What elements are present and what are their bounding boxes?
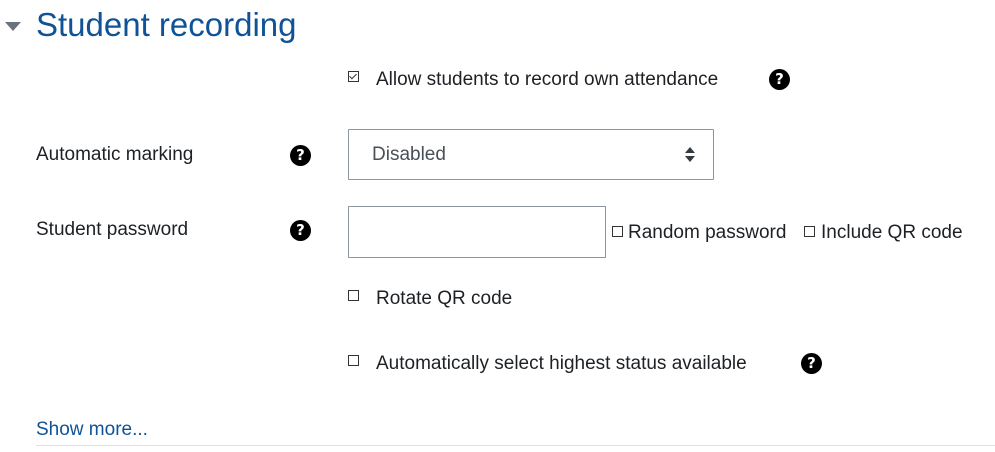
random-password-checkbox[interactable] — [612, 226, 623, 237]
help-icon[interactable]: ? — [769, 69, 790, 90]
allow-self-record-checkbox[interactable] — [348, 71, 359, 82]
automatic-marking-select[interactable]: Disabled — [348, 129, 714, 180]
auto-highest-status-checkbox[interactable] — [348, 355, 359, 366]
student-password-label: Student password — [36, 219, 189, 240]
student-password-input[interactable] — [348, 206, 606, 258]
automatic-marking-value: Disabled — [372, 144, 446, 165]
select-arrows-icon — [685, 147, 695, 163]
show-more-link[interactable]: Show more... — [36, 419, 148, 441]
rotate-qr-checkbox[interactable] — [348, 290, 359, 301]
divider — [36, 445, 995, 446]
random-password-label: Random password — [628, 222, 787, 243]
section-title[interactable]: Student recording — [36, 6, 297, 44]
help-icon[interactable]: ? — [290, 220, 311, 241]
auto-highest-status-label: Automatically select highest status avai… — [376, 353, 747, 374]
help-icon[interactable]: ? — [801, 353, 822, 374]
automatic-marking-label: Automatic marking — [36, 144, 194, 165]
caret-down-icon[interactable] — [5, 22, 21, 31]
rotate-qr-label: Rotate QR code — [376, 288, 513, 309]
help-icon[interactable]: ? — [290, 145, 311, 166]
include-qr-checkbox[interactable] — [804, 226, 815, 237]
allow-self-record-label: Allow students to record own attendance — [376, 69, 719, 90]
include-qr-label: Include QR code — [821, 222, 963, 243]
